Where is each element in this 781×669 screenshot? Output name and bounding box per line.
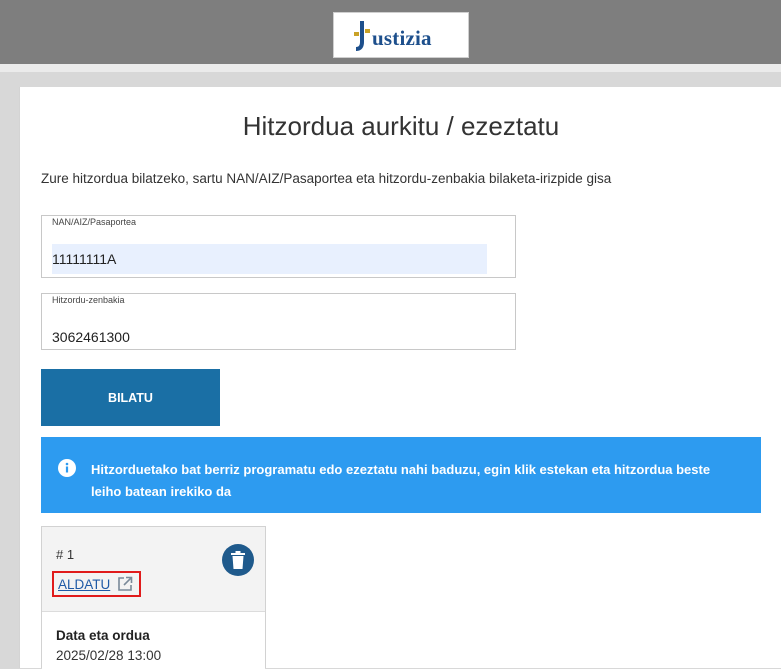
justizia-logo-icon [354, 21, 370, 51]
delete-appointment-button[interactable] [222, 544, 254, 576]
datetime-label: Data eta ordua [56, 628, 150, 643]
change-appointment-link[interactable]: ALDATU [52, 571, 142, 597]
external-link-icon [118, 576, 133, 591]
appointment-number-field[interactable]: Hitzordu-zenbakia [41, 293, 516, 352]
search-button[interactable]: BILATU [41, 369, 220, 426]
main-card: Hitzordua aurkitu / ezeztatu Zure hitzor… [19, 87, 781, 669]
justizia-logo[interactable]: ustizia [333, 12, 469, 58]
appointment-number-input[interactable] [52, 322, 487, 352]
change-link-label: ALDATU [58, 576, 111, 592]
info-icon [58, 459, 76, 477]
appointment-number-label: Hitzordu-zenbakia [52, 295, 125, 305]
appointment-card: # 1 ALDATU Data eta ordua 2025/02/28 13:… [41, 526, 266, 669]
datetime-value: 2025/02/28 13:00 [56, 648, 162, 663]
page-title: Hitzordua aurkitu / ezeztatu [242, 111, 560, 141]
trash-icon [231, 551, 245, 569]
header-bar: ustizia [0, 0, 781, 64]
appointment-details: Data eta ordua 2025/02/28 13:00 [42, 612, 265, 669]
logo-text: ustizia [372, 26, 432, 50]
instructions-text: Zure hitzordua bilatzeko, sartu NAN/AIZ/… [41, 171, 612, 186]
id-input[interactable] [52, 244, 487, 274]
header-shadow-band [0, 64, 781, 72]
appointment-number: # 1 [56, 547, 75, 562]
id-field-label: NAN/AIZ/Pasaportea [52, 217, 137, 227]
info-banner-text: Hitzorduetako bat berriz programatu edo … [91, 462, 711, 499]
info-banner: Hitzorduetako bat berriz programatu edo … [41, 437, 761, 513]
id-field[interactable]: NAN/AIZ/Pasaportea [41, 215, 516, 278]
